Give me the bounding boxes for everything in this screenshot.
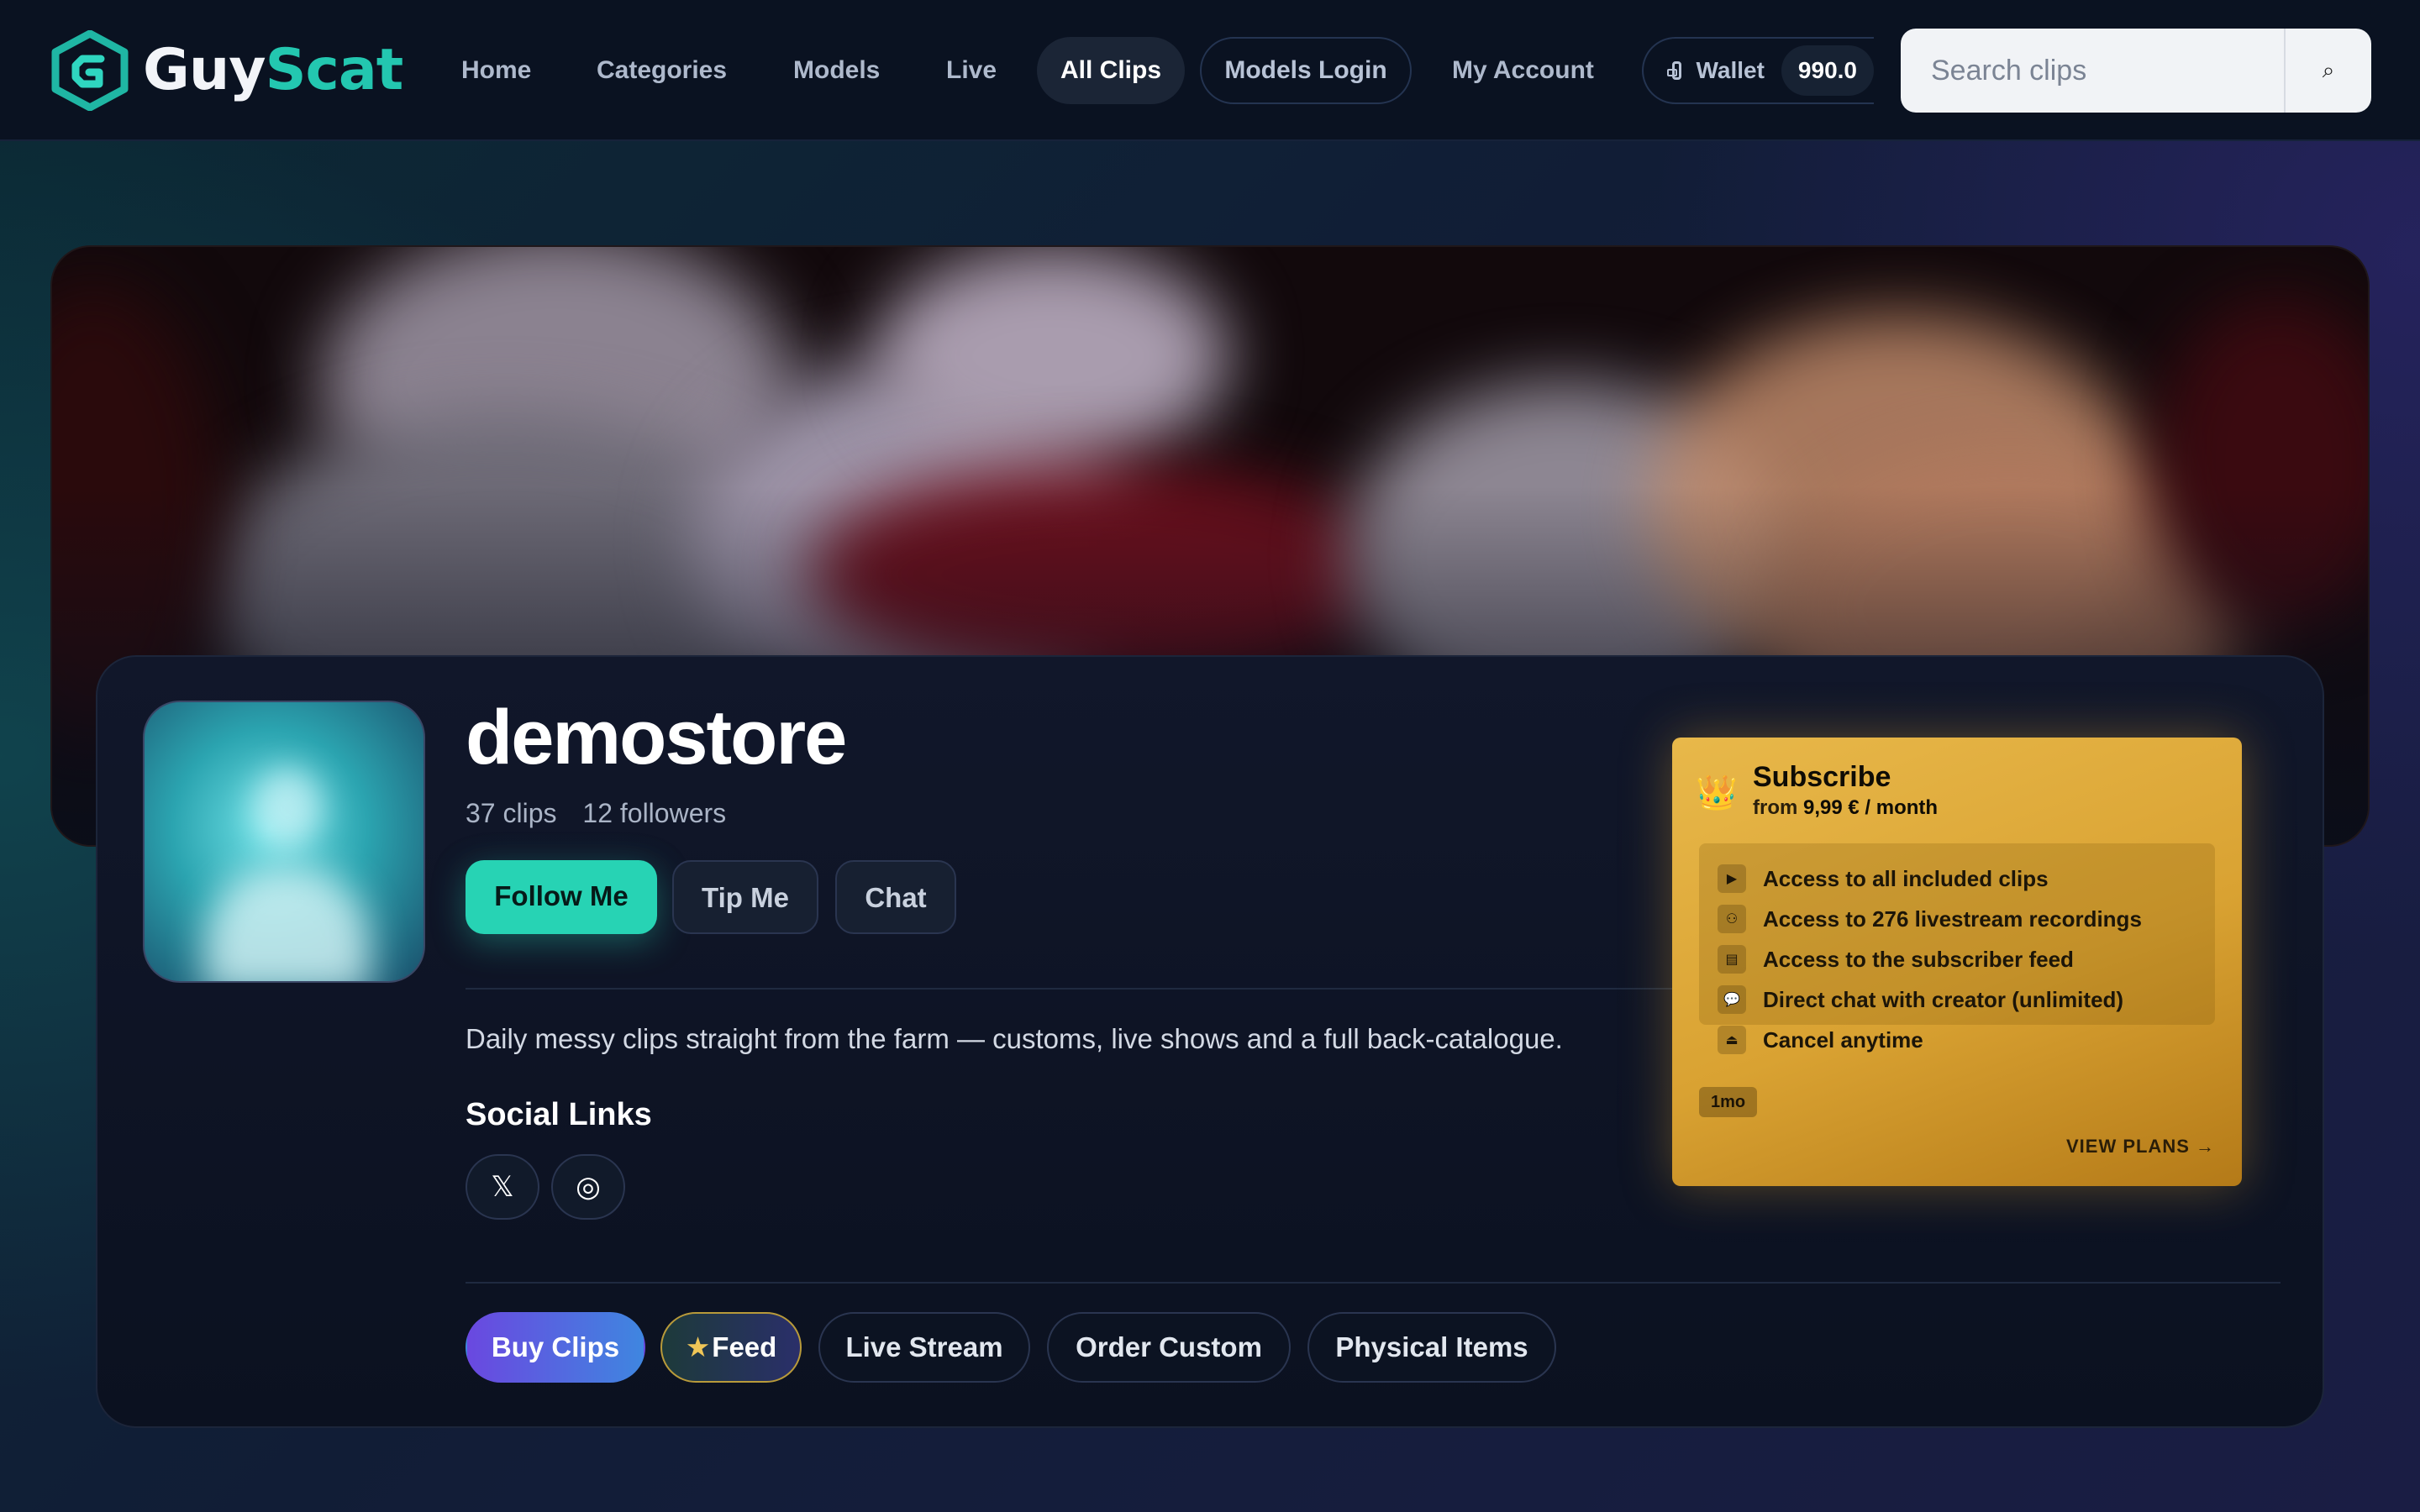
tab-live-stream[interactable]: Live Stream [818,1312,1030,1383]
list-item: 💬 Direct chat with creator (unlimited) [1718,979,2215,1020]
profile-bio: Daily messy clips straight from the farm… [466,1023,1563,1054]
instagram-social-link[interactable]: ◎ [551,1154,625,1220]
search-bar: ⌕ [1901,29,2371,113]
nav-categories[interactable]: Categories [597,37,727,104]
divider [466,1282,2281,1284]
search-icon: ⌕ [2322,57,2335,82]
tab-feed-label: Feed [712,1331,777,1362]
subscribe-card[interactable]: 👑 Subscribe from 9,99 € / month ▶ Access … [1672,738,2242,1186]
livestream-icon: ⚇ [1718,905,1746,933]
wallet-balance: 990.0 [1781,45,1874,96]
tab-physical-items[interactable]: Physical Items [1307,1312,1556,1383]
x-icon: 𝕏 [491,1171,514,1203]
tab-feed[interactable]: ★Feed [660,1312,802,1383]
view-plans-link[interactable]: VIEW PLANS → [2066,1136,2215,1158]
x-social-link[interactable]: 𝕏 [466,1154,539,1220]
tip-button[interactable]: Tip Me [672,860,818,934]
search-button[interactable]: ⌕ [2284,29,2371,113]
nav-home[interactable]: Home [461,37,531,104]
nav-my-account[interactable]: My Account [1452,37,1594,104]
wallet-button[interactable]: Wallet 990.0 [1642,37,1874,104]
gs-logo-icon [51,30,129,111]
tab-buy-clips[interactable]: Buy Clips [466,1312,645,1383]
subscribe-price: from 9,99 € / month [1753,796,1939,819]
avatar [143,701,425,983]
play-icon: ▶ [1718,864,1746,893]
list-item: ▤ Access to the subscriber feed [1718,939,2215,979]
divider [466,988,1760,990]
nav-live[interactable]: Live [946,37,997,104]
crown-icon: 👑 [1696,774,1738,811]
nav-models[interactable]: Models [793,37,880,104]
wallet-icon [1666,61,1681,80]
instagram-icon: ◎ [576,1171,601,1203]
tab-order-custom[interactable]: Order Custom [1047,1312,1291,1383]
eject-icon: ⏏ [1718,1026,1746,1054]
follow-button[interactable]: Follow Me [466,860,657,934]
list-item: ⚇ Access to 276 livestream recordings [1718,899,2215,939]
subscribe-title: Subscribe [1753,761,1891,793]
list-item: ▶ Access to all included clips [1718,858,2215,899]
chat-button[interactable]: Chat [835,860,956,934]
wallet-label: Wallet [1696,57,1765,83]
top-navigation-bar: GuyScat Home Categories Models Live All … [0,0,2420,141]
profile-stats: 37 clips 12 followers [466,798,744,829]
plan-duration-chip[interactable]: 1mo [1699,1087,1758,1117]
clip-count: 37 clips [466,798,557,828]
site-logo[interactable]: GuyScat [49,30,403,111]
nav-models-login[interactable]: Models Login [1200,37,1412,104]
star-icon: ★ [685,1331,711,1362]
profile-username: demostore [466,695,847,780]
list-item: ⏏ Cancel anytime [1718,1020,2215,1060]
nav-all-clips[interactable]: All Clips [1037,37,1185,104]
search-input[interactable] [1901,29,2284,113]
logo-wordmark: GuyScat [143,37,403,103]
follower-count: 12 followers [582,798,727,828]
social-links-heading: Social Links [466,1097,652,1132]
feed-icon: ▤ [1718,945,1746,974]
chat-bubble-icon: 💬 [1718,985,1746,1014]
perk-list: ▶ Access to all included clips ⚇ Access to… [1699,843,2215,1054]
